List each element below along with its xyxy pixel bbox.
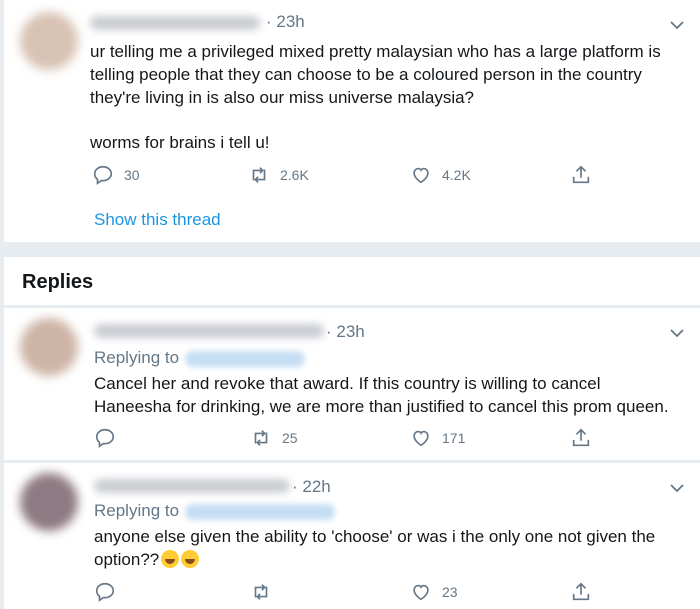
share-button[interactable]	[570, 164, 602, 186]
replies-header: Replies	[4, 257, 700, 305]
tweet-time[interactable]: · 22h	[292, 477, 331, 497]
tweet-text-line: ur telling me a privileged mixed pretty …	[90, 42, 661, 61]
share-icon	[572, 582, 590, 601]
tweet-time[interactable]: · 23h	[266, 12, 305, 32]
tweet-text-line: Haneesha for drinking, we are more than …	[94, 397, 669, 416]
like-button[interactable]: 4.2K	[410, 164, 471, 186]
tweet-text-line: anyone else given the ability to 'choose…	[94, 527, 656, 546]
retweet-icon	[254, 430, 268, 446]
reply-button[interactable]	[94, 581, 126, 603]
heart-icon	[413, 167, 429, 184]
reply-tweet[interactable]: · 22h Replying to anyone else given the …	[4, 463, 700, 609]
retweet-count: 25	[282, 430, 298, 446]
reply-icon	[95, 582, 115, 602]
like-count: 4.2K	[442, 167, 471, 183]
tweet-time[interactable]: · 23h	[326, 322, 365, 342]
replying-to-label: Replying to	[94, 348, 180, 367]
share-button[interactable]	[570, 427, 602, 449]
tears-of-joy-emoji-icon	[181, 550, 200, 568]
like-button[interactable]: 171	[410, 427, 465, 449]
tears-of-joy-emoji-icon	[161, 550, 180, 568]
like-count: 23	[442, 584, 458, 600]
reply-tweet[interactable]: · 23h Replying to Cancel her and revoke …	[4, 308, 700, 460]
replies-heading: Replies	[22, 271, 94, 293]
tweet-text-line-2: option??	[94, 548, 200, 571]
tweet-text-fragment: option??	[94, 550, 160, 569]
retweet-button[interactable]: 2.6K	[248, 164, 309, 186]
chevron-down-icon[interactable]	[668, 479, 686, 497]
like-count: 171	[442, 430, 466, 446]
show-thread-link[interactable]: Show this thread	[94, 210, 221, 230]
main-tweet[interactable]: · 23h ur telling me a privileged mixed p…	[4, 0, 700, 242]
reply-button[interactable]	[94, 427, 126, 449]
replied-handle-blurred[interactable]	[185, 503, 336, 520]
display-name-blurred[interactable]	[94, 324, 324, 338]
replying-to: Replying to	[94, 348, 306, 368]
reply-count: 30	[124, 167, 140, 183]
reply-icon	[95, 428, 115, 448]
display-name-blurred[interactable]	[90, 16, 260, 30]
chevron-down-icon[interactable]	[668, 16, 686, 34]
retweet-icon	[254, 584, 268, 600]
tweet-text-line: worms for brains i tell u!	[90, 133, 270, 152]
retweet-button[interactable]	[250, 581, 282, 603]
retweet-button[interactable]: 25	[250, 427, 298, 449]
chevron-down-icon[interactable]	[668, 324, 686, 342]
heart-icon	[413, 430, 429, 447]
like-button[interactable]: 23	[410, 581, 458, 603]
tweet-text-line: Cancel her and revoke that award. If thi…	[94, 374, 601, 393]
share-icon	[572, 165, 590, 184]
reply-icon	[93, 165, 113, 185]
heart-icon	[413, 584, 429, 601]
share-button[interactable]	[570, 581, 602, 603]
avatar[interactable]	[20, 12, 78, 70]
reply-button[interactable]: 30	[92, 164, 140, 186]
replying-to: Replying to	[94, 501, 336, 521]
avatar[interactable]	[20, 318, 78, 376]
retweet-icon	[252, 167, 266, 183]
avatar[interactable]	[20, 473, 78, 531]
replied-handle-blurred[interactable]	[185, 350, 306, 367]
display-name-blurred[interactable]	[94, 479, 290, 493]
retweet-count: 2.6K	[280, 167, 309, 183]
tweet-text-line: they're living in is also our miss unive…	[90, 88, 475, 107]
replying-to-label: Replying to	[94, 501, 180, 520]
share-icon	[572, 428, 590, 447]
tweet-text-line: telling people that they can choose to b…	[90, 65, 642, 84]
